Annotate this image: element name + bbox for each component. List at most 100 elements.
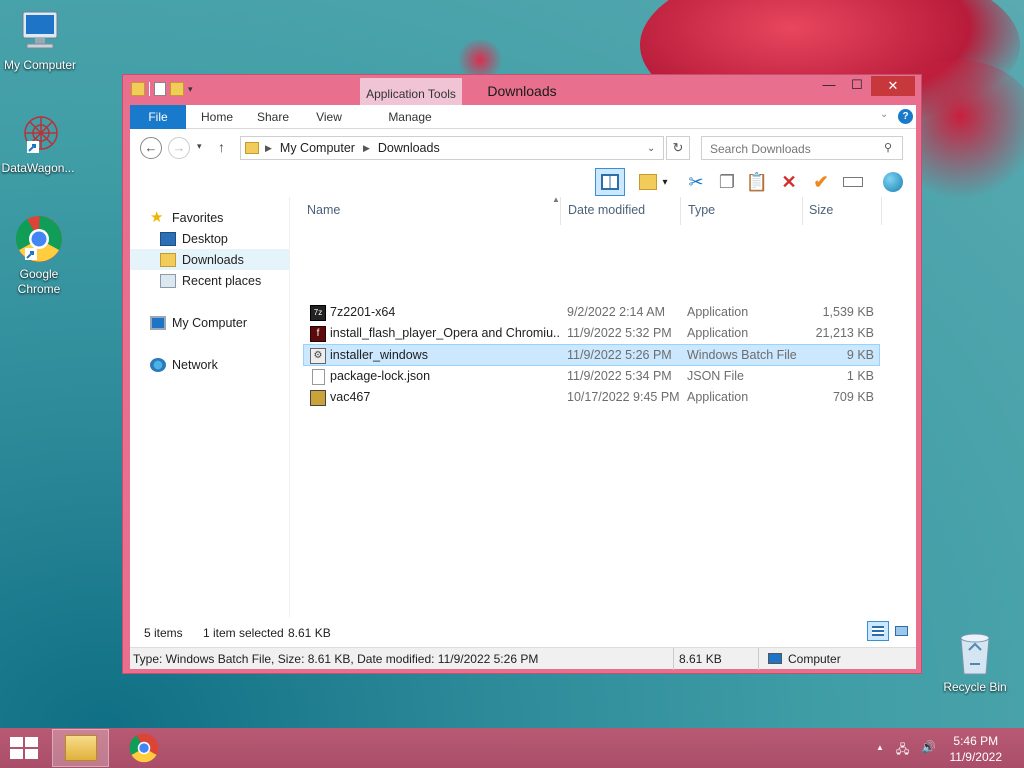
nav-downloads[interactable]: Downloads (130, 249, 289, 270)
column-divider[interactable] (881, 197, 882, 225)
desktop-icon-google-chrome[interactable]: Google Chrome (0, 215, 79, 297)
nav-desktop[interactable]: Desktop (160, 228, 228, 249)
desktop-icon-my-computer[interactable]: My Computer (0, 10, 80, 73)
clock-date: 11/9/2022 (949, 750, 1003, 764)
tab-file[interactable]: File (130, 105, 186, 129)
help-icon[interactable]: ? (898, 109, 913, 124)
clock[interactable]: 5:46 PM 11/9/2022 (950, 733, 1003, 765)
taskbar-chrome[interactable] (115, 729, 172, 767)
volume-icon[interactable]: 🔊 (921, 740, 936, 761)
rename-button[interactable] (840, 169, 866, 195)
start-button[interactable] (10, 737, 38, 762)
preview-pane-button[interactable] (595, 168, 625, 196)
column-divider[interactable] (560, 197, 561, 225)
status-details: Type: Windows Batch File, Size: 8.61 KB,… (133, 652, 539, 666)
search-icon[interactable]: ⚲ (884, 141, 892, 154)
paste-icon[interactable]: 📋 (744, 169, 770, 195)
column-name[interactable]: Name (307, 203, 340, 217)
breadcrumb-my-computer[interactable]: My Computer (280, 141, 355, 155)
file-size: 709 KB (832, 390, 874, 404)
file-size: 21,213 KB (815, 326, 874, 340)
star-icon: ★ (150, 208, 164, 226)
file-type: Application (687, 326, 749, 340)
desktop-icon-datawagon[interactable]: DataWagon... (0, 113, 78, 176)
expand-ribbon-icon[interactable]: ⌄ (880, 109, 888, 120)
cut-icon[interactable]: ✂ (683, 169, 709, 195)
show-hidden-icons-icon[interactable]: ▲ (876, 740, 884, 761)
search-input[interactable]: Search Downloads (701, 136, 903, 160)
column-date-modified[interactable]: Date modified (568, 203, 645, 217)
file-row[interactable]: vac467 10/17/2022 9:45 PM Application 70… (304, 387, 879, 408)
nav-my-computer[interactable]: My Computer (150, 312, 247, 333)
desktop-icon-recycle-bin[interactable]: Recycle Bin (935, 630, 1015, 695)
forward-button[interactable]: → (168, 137, 190, 159)
tab-share[interactable]: Share (250, 105, 296, 129)
network-icon[interactable]: 🖧 (896, 740, 909, 761)
selection-size: 8.61 KB (288, 626, 331, 640)
details-view-button[interactable] (867, 621, 889, 641)
file-type: Application (687, 305, 749, 319)
refresh-button[interactable]: ↻ (666, 136, 690, 160)
title-bar[interactable]: ▾ Application Tools Downloads — ☐ ✕ (123, 75, 921, 105)
vac-app-icon (310, 390, 326, 406)
file-name: package-lock.json (330, 369, 431, 383)
nav-label: Network (172, 357, 218, 372)
file-row[interactable]: package-lock.json 11/9/2022 5:34 PM JSON… (304, 366, 879, 387)
chevron-down-icon[interactable]: ▾ (658, 169, 672, 195)
nav-network[interactable]: Network (150, 354, 218, 375)
address-bar[interactable]: ▶ My Computer ▶ Downloads ⌄ (240, 136, 664, 160)
back-button[interactable]: ← (140, 137, 162, 159)
desktop-icon-label: Google Chrome (17, 267, 61, 296)
breadcrumb-downloads[interactable]: Downloads (378, 141, 440, 155)
address-dropdown-icon[interactable]: ⌄ (647, 143, 655, 154)
taskbar-file-explorer[interactable] (52, 729, 109, 767)
column-divider[interactable] (680, 197, 681, 225)
7zip-icon: 7z (310, 305, 326, 321)
chevron-right-icon[interactable]: ▶ (265, 143, 272, 154)
tab-view[interactable]: View (308, 105, 350, 129)
system-tray: ▲ 🖧 🔊 (876, 740, 936, 761)
file-name: installer_windows (330, 348, 428, 362)
file-date: 11/9/2022 5:26 PM (567, 348, 672, 362)
large-icons-view-icon (895, 626, 908, 636)
column-type[interactable]: Type (688, 203, 715, 217)
properties-button[interactable] (880, 169, 906, 195)
maximize-button[interactable]: ☐ (847, 77, 867, 97)
up-button[interactable]: ↑ (218, 139, 225, 155)
nav-label: Recent places (182, 273, 262, 288)
large-icons-view-button[interactable] (892, 621, 912, 641)
nav-recent-places[interactable]: Recent places (160, 270, 261, 291)
status-location: Computer (788, 652, 841, 666)
file-date: 11/9/2022 5:32 PM (567, 326, 672, 340)
batch-file-icon: ⚙ (310, 348, 326, 364)
chevron-right-icon[interactable]: ▶ (363, 143, 370, 154)
delete-icon[interactable]: ✕ (776, 169, 802, 195)
desktop-icon (160, 231, 176, 246)
column-size[interactable]: Size (809, 203, 833, 217)
file-size: 1 KB (846, 369, 874, 383)
tab-manage[interactable]: Manage (382, 105, 438, 129)
chrome-icon (15, 215, 63, 263)
new-folder-icon (639, 174, 657, 190)
computer-icon (17, 10, 63, 54)
sort-ascending-icon: ▲ (552, 195, 560, 204)
file-explorer-icon (64, 735, 97, 761)
copy-icon[interactable]: ❐ (714, 169, 740, 195)
window-title: Downloads (487, 83, 557, 99)
tab-home[interactable]: Home (192, 105, 242, 129)
status-size: 8.61 KB (679, 652, 722, 666)
column-divider[interactable] (802, 197, 803, 225)
file-row[interactable]: 7z 7z2201-x64 9/2/2022 2:14 AM Applicati… (304, 302, 879, 323)
desktop-icon-label: Recycle Bin (943, 680, 1007, 694)
file-row-selected[interactable]: ⚙ installer_windows 11/9/2022 5:26 PM Wi… (303, 344, 880, 366)
downloads-folder-icon (160, 252, 176, 267)
recent-locations-icon[interactable]: ▾ (197, 141, 202, 152)
nav-label: My Computer (172, 315, 248, 330)
close-button[interactable]: ✕ (871, 76, 915, 96)
file-row[interactable]: f install_flash_player_Opera and Chromiu… (304, 323, 879, 344)
nav-favorites[interactable]: ★ Favorites (150, 207, 223, 228)
minimize-button[interactable]: — (819, 77, 839, 97)
selection-count: 1 item selected (203, 626, 284, 640)
checkmark-icon[interactable]: ✔ (808, 169, 834, 195)
ribbon-tabs: File Home Share View Manage ⌄ ? (130, 105, 916, 129)
